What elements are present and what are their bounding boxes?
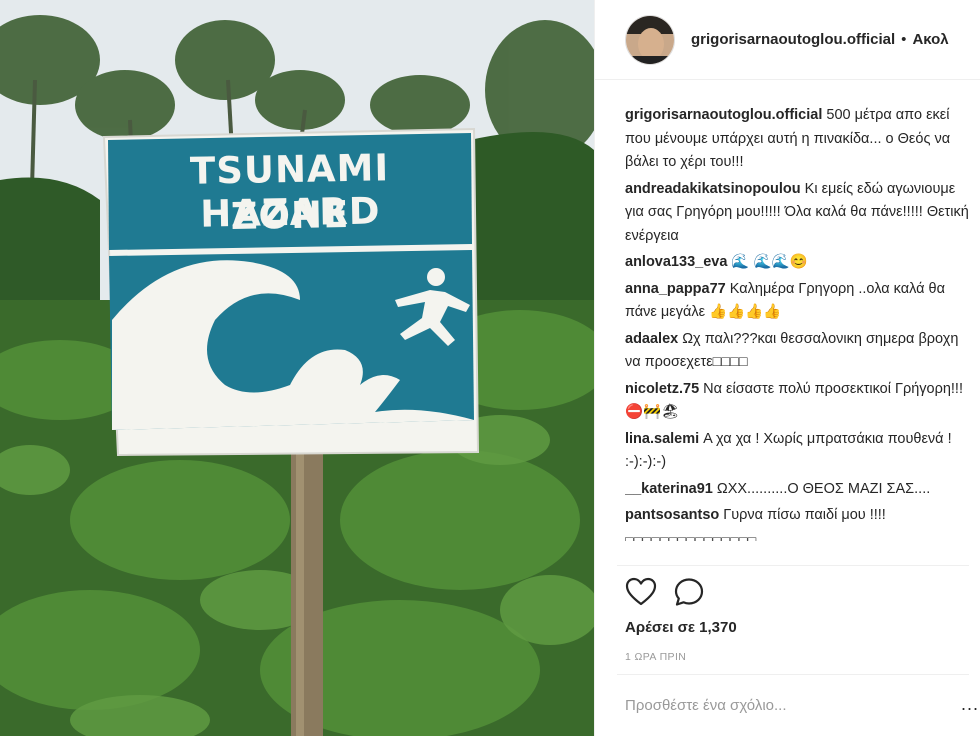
more-icon[interactable]: ... [961,694,979,715]
comments-list[interactable]: grigorisarnaoutoglou.official 500 μέτρα α… [625,104,975,562]
likes-count[interactable]: Αρέσει σε 1,370 [625,619,737,636]
sign-text-line2: ZONE [230,192,350,239]
action-bar [625,577,705,607]
comment: anlova133_eva 🌊 🌊🌊😊 [625,251,975,275]
header-separator: • [901,31,907,48]
comment: __katerina91 ΩΧΧ..........Ο ΘΕΟΣ ΜΑΖΙ ΣΑΣ… [625,478,975,502]
comment: andreadakikatsinopoulou Κι εμείς εδώ αγων… [625,178,975,249]
comment-username[interactable]: __katerina91 [625,481,713,497]
avatar[interactable] [625,14,675,65]
avatar-image [626,15,674,64]
add-comment-input[interactable]: Προσθέστε ένα σχόλιο... [625,697,787,714]
header-username[interactable]: grigorisarnaoutoglou.official [691,31,895,48]
comment-username[interactable]: anlova133_eva [625,254,727,270]
photo-scene [0,0,594,736]
comment-text: Γυρνα πίσω παιδί μου !!!! [723,507,886,523]
post-timestamp[interactable]: 1 ΩΡΑ ΠΡΙΝ [625,651,686,663]
follow-button[interactable]: Ακολ [912,31,948,48]
comment-username[interactable]: adaalex [625,331,678,347]
comment: pantsosantso Γυρνα πίσω παιδί μου !!!! [625,504,975,528]
post-panel: grigorisarnaoutoglou.official • Ακολ gri… [594,0,980,736]
comment-username[interactable]: pantsosantso [625,507,719,523]
post-photo: TSUNAMI HAZARD ZONE [0,0,594,736]
heart-icon[interactable] [625,577,657,607]
comment-username[interactable]: lina.salemi [625,431,699,447]
comment-icon[interactable] [673,577,705,607]
comment-text: 🌊 🌊🌊😊 [731,254,808,270]
divider [617,674,969,675]
comment: adaalex Ωχ παλι???και θεσσαλονικη σημερα … [625,328,975,375]
comment-username[interactable]: andreadakikatsinopoulou [625,181,801,197]
comment-username[interactable]: grigorisarnaoutoglou.official [625,107,822,123]
comment-username[interactable]: nicoletz.75 [625,381,699,397]
post-header: grigorisarnaoutoglou.official • Ακολ [595,0,980,80]
partial-comment: □□□□□□□□□□□□□□□ [625,531,975,541]
comment: anna_pappa77 Καλημέρα Γρηγορη ..ολα καλά … [625,278,975,325]
comment: lina.salemi Α χα χα ! Χωρίς μπρατσάκια πο… [625,428,975,475]
comment-text: ΩΧΧ..........Ο ΘΕΟΣ ΜΑΖΙ ΣΑΣ.... [716,480,931,497]
divider [617,565,969,566]
comment-caption: grigorisarnaoutoglou.official 500 μέτρα α… [625,104,975,175]
comment: nicoletz.75 Να είσαστε πολύ προσεκτικοί Γ… [625,378,975,425]
comment-username[interactable]: anna_pappa77 [625,281,726,297]
